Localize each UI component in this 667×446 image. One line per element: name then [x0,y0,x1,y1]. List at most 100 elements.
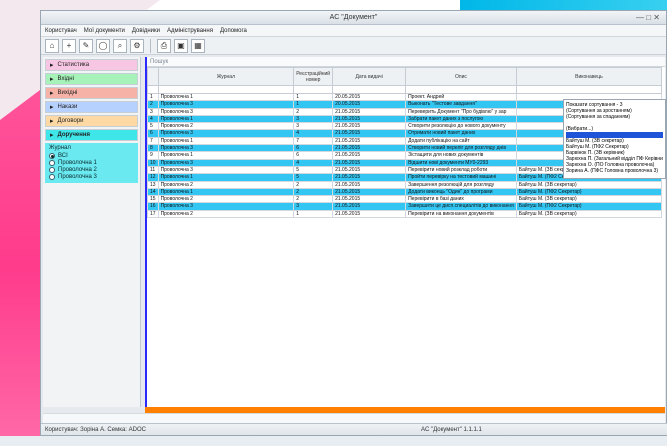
reg-number-cell: 2 [293,195,334,204]
radio-label: Проволочна 1 [58,160,97,166]
journal-cell: Проволочна 3 [157,107,295,116]
print-icon[interactable]: ⎙ [157,38,171,53]
refresh-icon[interactable]: ◯ [96,38,110,53]
filter-cell[interactable] [515,85,663,94]
radio-button[interactable] [49,167,55,173]
row-number-cell: 14 [147,187,159,197]
table-row[interactable]: 15 Проволочна 2 2 21.05.2015 Перевірити в ба… [147,195,663,204]
category-list: ▸ Статистика ▸ Вхідні ▸ Вихідні ▸ Накази ▸ Догово… [43,59,140,141]
search-row[interactable]: Пошук [147,57,665,67]
toolbar: ⌂ + ✎ ◯ ⌕ ⚙ ⎙ ▣ ▦ [41,37,666,55]
app-window: AC "Документ" — □ ✕ Користувач Мої докуме… [40,10,667,436]
menu-item[interactable]: Допомога [220,28,247,34]
category-item[interactable]: ▸ Доручення [45,129,138,141]
description-cell: Створити новий переліг для розгляду днів [405,144,517,153]
journal-radio-option[interactable]: Проволочна 1 [49,160,134,166]
settings-icon[interactable]: ⚙ [130,38,144,53]
date-cell: 21.05.2015 [332,180,407,189]
menu-item[interactable]: Адміністрування [167,28,213,34]
description-cell: Завершення резолюцій для розгляду [405,180,517,189]
reg-number-cell: 2 [293,180,334,189]
radio-button[interactable] [49,160,55,166]
journal-cell: Проволочна 1 [157,151,295,160]
date-cell: 21.05.2015 [332,151,407,160]
description-cell: Додати публікацію на сайт [405,136,517,146]
category-item[interactable]: ▸ Вхідні [45,73,138,85]
column-header-row-indicator[interactable] [147,67,159,86]
category-item[interactable]: ▸ Вихідні [45,87,138,99]
row-number-cell: 4 [147,114,159,124]
journal-cell: Проволочна 3 [157,144,295,153]
grid-icon[interactable]: ▦ [191,38,205,53]
executor-cell: Байтуш М. (ЗВ секретар) [515,195,663,204]
row-number-cell: 13 [147,180,159,189]
journal-cell: Проволочна 3 [157,165,295,175]
description-cell: Пройти перевірку на тестовий машині [405,173,517,182]
row-number-cell: 7 [147,136,159,146]
filter-cell[interactable] [405,85,517,94]
toolbar-separator [150,38,151,53]
table-row[interactable]: 14 Проволочна 1 2 21.05.2015 Додати виконць … [147,187,663,197]
category-item[interactable]: ▸ Накази [45,101,138,113]
row-number-cell: 5 [147,122,159,131]
description-cell: Створити резолюцію до нового документу [405,122,517,131]
executor-cell: Байтуш М. (ПФ2 Секретар) [515,187,663,197]
date-cell: 21.05.2015 [332,114,407,124]
journal-radio-option[interactable]: Проволочна 3 [49,174,134,180]
column-header-date[interactable]: Дата видачі [332,67,407,86]
window-controls-icon[interactable]: — □ ✕ [636,13,660,22]
table-header-row: Журнал Реєстраційний номер Дата видачі О… [147,67,663,86]
home-icon[interactable]: ⌂ [45,38,59,53]
reg-number-cell: 3 [293,202,334,211]
date-cell: 20.05.2015 [332,100,407,109]
table-row[interactable]: 13 Проволочна 2 2 21.05.2015 Завершення резо… [147,180,663,189]
menu-item[interactable]: Довідники [132,28,160,34]
row-number-cell: 15 [147,195,159,204]
menu-item[interactable]: Користувач [45,28,77,34]
radio-button[interactable] [49,174,55,180]
date-cell: 21.05.2015 [332,158,407,167]
journal-filter-title: Журнал [49,145,71,151]
journal-cell: Проволочна 2 [157,180,295,189]
description-cell: Переверить Документ "Про будівлю" у зар [405,107,517,116]
reg-number-cell: 7 [293,136,334,146]
journal-filter-panel: Журнал ВСІ Проволочна 1 Проволочна 2 Провол… [45,143,138,183]
filter-cell[interactable] [332,85,407,94]
save-icon[interactable]: ▣ [174,38,188,53]
category-item[interactable]: ▸ Договори [45,115,138,127]
journal-cell: Проволочна 1 [157,136,295,146]
reg-number-cell: 1 [293,100,334,109]
executor-filter-dropdown[interactable]: Показати сортування - 3 (Сортування за зр… [563,99,666,179]
journal-cell: Проволочна 3 [157,202,295,211]
description-cell: Отримати новий пакет даних [405,129,517,138]
journal-radio-option[interactable]: ВСІ [49,153,134,159]
column-header-reg-number[interactable]: Реєстраційний номер [293,67,334,86]
table-row[interactable]: 16 Проволочна 3 3 21.05.2015 Завершити це ди… [147,202,663,211]
reg-number-cell: 4 [293,129,334,138]
row-number-cell: 2 [147,100,159,109]
filter-cell[interactable] [293,85,334,94]
date-cell: 20.05.2015 [332,92,407,102]
add-icon[interactable]: + [62,38,76,53]
date-cell: 21.05.2015 [332,202,407,211]
journal-radio-option[interactable]: Проволочна 2 [49,167,134,173]
filter-cell[interactable] [157,85,295,94]
background-bottom-strip [0,436,667,446]
reg-number-cell: 6 [293,144,334,153]
radio-button[interactable] [49,153,55,159]
dropdown-option[interactable]: Зорина А. (ПФС Головна проволочна 3) [566,168,663,174]
category-item[interactable]: ▸ Статистика [45,59,138,71]
search-icon[interactable]: ⌕ [113,38,127,53]
radio-label: ВСІ [58,153,68,159]
date-cell: 21.05.2015 [332,173,407,182]
table-row[interactable]: 17 Проволочна 2 1 21.05.2015 Перевірити на в… [147,209,663,219]
edit-icon[interactable]: ✎ [79,38,93,53]
radio-label: Проволочна 3 [58,174,97,180]
journal-cell: Проволочна 1 [157,173,295,182]
column-header-journal[interactable]: Журнал [157,67,295,86]
category-label: Доручення [57,132,91,138]
date-cell: 21.05.2015 [332,187,407,197]
menu-item[interactable]: Мої документи [84,28,125,34]
column-header-description[interactable]: Опис [405,67,517,86]
column-header-executor[interactable]: Виконавець [515,67,663,86]
